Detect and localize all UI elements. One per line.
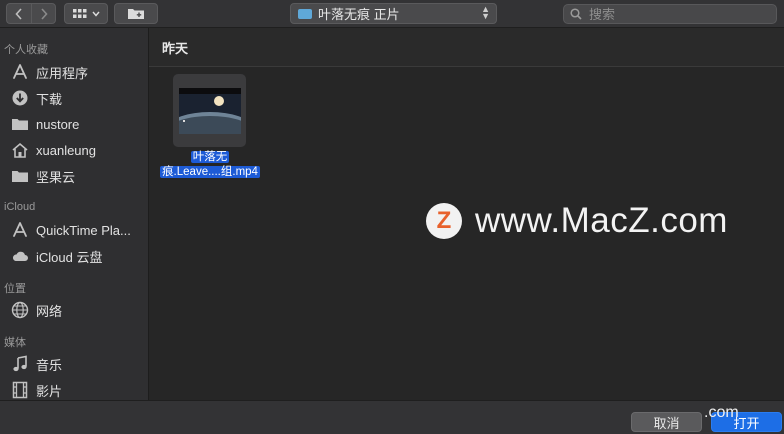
folder-icon — [11, 115, 29, 133]
search-field[interactable] — [563, 4, 777, 24]
sidebar-item-xuanleung[interactable]: xuanleung — [0, 138, 148, 162]
sidebar-item-label: 下载 — [36, 91, 63, 107]
download-icon — [11, 89, 29, 107]
network-icon — [11, 301, 29, 319]
sidebar-item-network[interactable]: 网络 — [0, 298, 148, 322]
film-icon — [11, 381, 29, 399]
sidebar-item-label: xuanleung — [36, 142, 96, 158]
watermark-text: www.MacZ.com — [475, 201, 728, 240]
back-forward-buttons — [6, 3, 56, 24]
home-icon — [11, 141, 29, 159]
video-thumbnail — [173, 74, 246, 147]
sidebar-item-label: iCloud 云盘 — [36, 249, 103, 265]
sidebar-item-quicktime[interactable]: QuickTime Pla... — [0, 218, 148, 242]
sidebar-item-icloud-drive[interactable]: iCloud 云盘 — [0, 244, 148, 268]
applications-icon — [11, 221, 29, 239]
view-options-button[interactable] — [64, 3, 108, 24]
chevron-right-icon — [40, 7, 48, 20]
sidebar-item-applications[interactable]: 应用程序 — [0, 60, 148, 84]
back-button[interactable] — [6, 3, 31, 24]
sidebar-item-label: 音乐 — [36, 357, 63, 373]
sidebar-item-label: 网络 — [36, 303, 63, 319]
forward-button[interactable] — [31, 3, 56, 24]
file-name-label: 叶落无 痕.Leave....组.mp4 — [154, 150, 266, 180]
sidebar-item-downloads[interactable]: 下载 — [0, 86, 148, 110]
music-icon — [11, 355, 29, 373]
sidebar-item-jianguoyun[interactable]: 坚果云 — [0, 164, 148, 188]
sidebar-item-label: 坚果云 — [36, 169, 76, 185]
sidebar-item-nustore[interactable]: nustore — [0, 112, 148, 136]
sidebar: 个人收藏 应用程序 下载 nustore xuanleung 坚果云 iClou… — [0, 28, 149, 400]
toolbar: 叶落无痕 正片 ▲ ▼ — [0, 0, 784, 28]
location-popup[interactable]: 叶落无痕 正片 ▲ ▼ — [290, 3, 497, 24]
cancel-button[interactable]: 取消 — [631, 412, 702, 432]
sidebar-item-label: 影片 — [36, 383, 63, 399]
file-name-line1: 叶落无 — [190, 151, 230, 163]
applications-icon — [11, 63, 29, 81]
macz-logo-icon: Z — [426, 203, 462, 239]
sidebar-item-label: QuickTime Pla... — [36, 222, 131, 238]
grid-view-icon — [72, 8, 86, 18]
cloud-icon — [11, 247, 29, 265]
media-section-title: 媒体 — [4, 337, 26, 349]
date-group-header: 昨天 — [149, 28, 784, 67]
folder-icon — [11, 167, 29, 185]
watermark: Z www.MacZ.com — [426, 201, 728, 241]
search-icon — [570, 8, 582, 20]
chevron-down-icon — [91, 11, 100, 17]
new-folder-icon — [128, 9, 144, 19]
location-label: 叶落无痕 正片 — [318, 7, 400, 22]
icloud-section-title: iCloud — [4, 201, 36, 213]
sidebar-item-label: 应用程序 — [36, 65, 89, 81]
folder-icon — [298, 8, 312, 19]
dialog-footer: 取消 打开 .com — [0, 400, 784, 434]
video-frame-icon — [178, 87, 241, 134]
file-browser: 昨天 叶落无 痕.Leave....组.mp4 Z www.MacZ.com — [149, 28, 784, 400]
locations-section-title: 位置 — [4, 283, 26, 295]
sidebar-item-label: nustore — [36, 116, 80, 132]
logo-letter: Z — [436, 207, 452, 234]
new-folder-button[interactable] — [114, 3, 158, 24]
search-input[interactable] — [587, 5, 761, 23]
sidebar-item-movies[interactable]: 影片 — [0, 378, 148, 400]
sidebar-item-music[interactable]: 音乐 — [0, 352, 148, 376]
up-down-chevron-icon: ▲ ▼ — [481, 4, 490, 21]
watermark-footer-text: .com — [704, 404, 739, 421]
favorites-section-title: 个人收藏 — [4, 44, 48, 56]
chevron-left-icon — [15, 7, 22, 20]
file-name-line2: 痕.Leave....组.mp4 — [160, 166, 260, 178]
